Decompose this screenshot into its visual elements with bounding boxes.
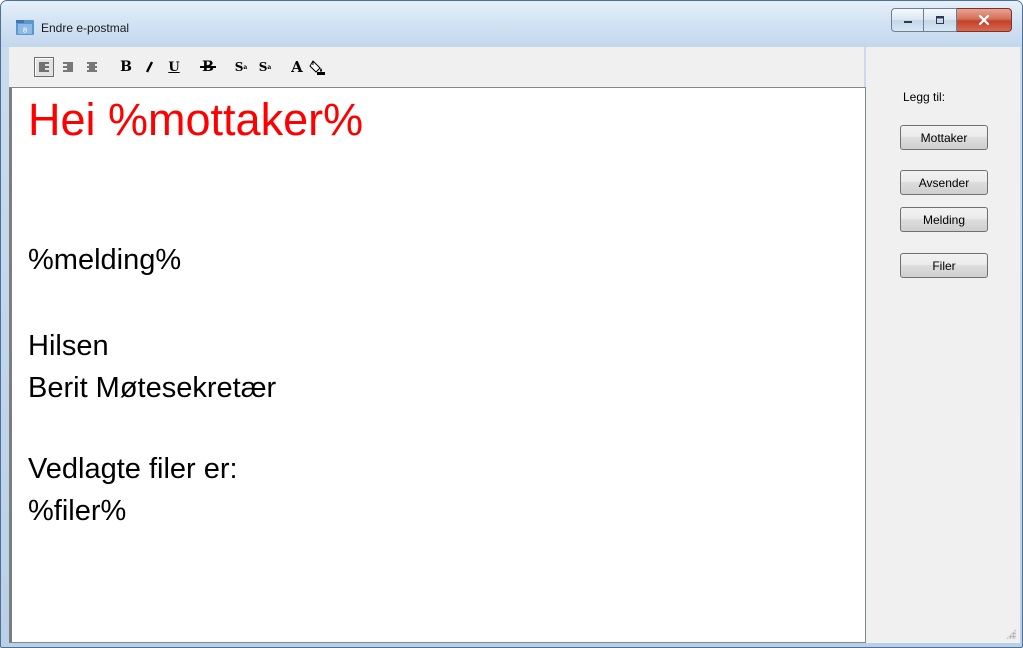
minimize-icon	[903, 21, 912, 23]
fill-color-icon	[309, 60, 325, 75]
insert-sender-button[interactable]: Avsender	[900, 170, 988, 195]
fill-color-button[interactable]	[307, 57, 327, 77]
resize-grip[interactable]	[1006, 629, 1016, 639]
greeting-heading: Hei %mottaker%	[28, 94, 364, 145]
strikethrough-button[interactable]: B	[198, 57, 218, 77]
align-center-icon	[87, 62, 97, 72]
align-right-button[interactable]	[58, 57, 78, 77]
svg-text:8: 8	[23, 27, 27, 35]
message-placeholder-line: %melding%	[28, 244, 182, 276]
underline-button[interactable]: U	[164, 57, 184, 77]
formatting-toolbar: B U B Sa Sa A	[9, 47, 864, 87]
template-editor[interactable]: Hei %mottaker% %melding% Hilsen Berit Mø…	[9, 87, 866, 643]
bold-button[interactable]: B	[116, 57, 136, 77]
align-left-button[interactable]	[34, 57, 54, 77]
align-right-icon	[63, 62, 73, 72]
files-placeholder-line: %filer%	[28, 495, 127, 527]
bold-icon: B	[120, 59, 132, 75]
superscript-icon: S	[234, 60, 244, 74]
closing-line: Hilsen	[28, 330, 109, 362]
signature-line: Berit Møtesekretær	[28, 372, 277, 404]
minimize-button[interactable]	[891, 8, 924, 32]
subscript-marker: a	[267, 63, 272, 71]
italic-button[interactable]	[140, 57, 160, 77]
insert-recipient-button[interactable]: Mottaker	[900, 125, 988, 150]
font-icon: A	[291, 58, 303, 76]
underline-icon: U	[168, 59, 180, 75]
maximize-icon	[936, 16, 944, 24]
subscript-icon: S	[258, 60, 268, 74]
font-button[interactable]: A	[287, 57, 307, 77]
close-button[interactable]	[957, 8, 1012, 32]
italic-icon	[145, 61, 154, 73]
app-icon: 8	[16, 20, 34, 35]
insert-files-button[interactable]: Filer	[900, 253, 988, 278]
email-template-window: 8 Endre e-postmal B U S a S a A Hei %mot…	[0, 0, 1023, 648]
close-icon	[978, 14, 990, 26]
insert-panel: Legg til: Mottaker Avsender Melding File…	[866, 47, 1020, 643]
superscript-marker: a	[243, 63, 248, 71]
insert-label: Legg til:	[903, 90, 946, 104]
align-left-icon	[39, 62, 49, 72]
strike-line	[200, 66, 216, 68]
attachments-heading-line: Vedlagte filer er:	[28, 453, 238, 485]
maximize-button[interactable]	[924, 8, 957, 32]
window-title: Endre e-postmal	[41, 21, 130, 35]
title-bar[interactable]: 8 Endre e-postmal	[1, 1, 1022, 47]
caption-buttons	[891, 8, 1012, 34]
align-center-button[interactable]	[82, 57, 102, 77]
insert-message-button[interactable]: Melding	[900, 207, 988, 232]
superscript-button[interactable]: Sa	[231, 57, 251, 77]
subscript-button[interactable]: Sa	[255, 57, 275, 77]
